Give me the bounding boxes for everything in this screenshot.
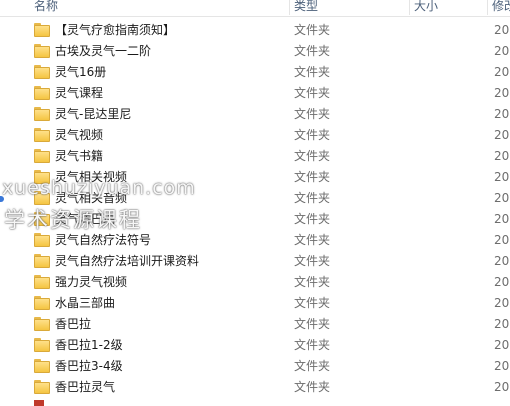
file-type: 文件夹 [294,233,331,247]
folder-icon [34,170,50,184]
file-type: 文件夹 [294,107,331,121]
file-name: 强力灵气视频 [55,275,128,289]
file-explorer-window: 名称 类型 大小 修改 【灵气疗愈指南须知】文件夹20古埃及灵气一二阶文件夹20… [0,0,510,406]
file-date: 20 [494,317,510,331]
folder-icon [34,149,50,163]
file-row[interactable]: 香巴拉3-4级 文件夹 20 [0,356,510,377]
file-row[interactable]: 灵气书籍 文件夹 20 [0,146,510,167]
file-date: 20 [494,65,510,79]
file-type: 文件夹 [294,170,331,184]
file-name: 灵气书籍 [55,149,104,163]
file-row[interactable]: 灵气16册 文件夹 20 [0,62,510,83]
file-date: 20 [494,149,510,163]
file-name: 灵气自然疗法符号 [55,233,152,247]
file-type: 文件夹 [294,380,331,394]
folder-icon [34,338,50,352]
file-date: 20 [494,338,510,352]
file-type: 文件夹 [294,212,331,226]
file-date: 20 [494,254,510,268]
file-name: 灵气16册 [55,65,107,79]
column-header-bar: 名称 类型 大小 修改 [0,0,510,17]
folder-icon [34,380,50,394]
partial-file-icon [34,400,44,406]
file-date: 20 [494,233,510,247]
file-date: 20 [494,44,510,58]
folder-icon [34,296,50,310]
file-row[interactable]: 灵气-昆达里尼 文件夹 20 [0,104,510,125]
file-type: 文件夹 [294,275,331,289]
file-name: 灵气清巴瑞 [55,212,116,226]
file-date: 20 [494,170,510,184]
column-header-type[interactable]: 类型 [290,0,410,15]
file-type: 文件夹 [294,149,331,163]
folder-icon [34,212,50,226]
file-type: 文件夹 [294,254,331,268]
column-header-name[interactable]: 名称 [30,0,290,15]
file-name: 灵气-昆达里尼 [55,107,132,121]
file-row[interactable]: 强力灵气视频 文件夹 20 [0,272,510,293]
file-type: 文件夹 [294,128,331,142]
file-row[interactable]: 灵气自然疗法培训开课资料 文件夹 20 [0,251,510,272]
folder-icon [34,107,50,121]
file-name: 水晶三部曲 [55,296,116,310]
file-date: 20 [494,86,510,100]
column-header-size[interactable]: 大小 [410,0,488,15]
file-name: 古埃及灵气一二阶 [55,44,152,58]
file-name: 【灵气疗愈指南须知】 [55,23,176,37]
file-type: 文件夹 [294,317,331,331]
file-type: 文件夹 [294,44,331,58]
folder-icon [34,44,50,58]
file-name: 灵气相关视频 [55,170,128,184]
file-type: 文件夹 [294,338,331,352]
file-date: 20 [494,128,510,142]
file-date: 20 [494,296,510,310]
folder-icon [34,233,50,247]
file-type: 文件夹 [294,359,331,373]
folder-icon [34,86,50,100]
file-type: 文件夹 [294,296,331,310]
file-type: 文件夹 [294,191,331,205]
folder-icon [34,254,50,268]
file-name: 灵气课程 [55,86,104,100]
file-name: 香巴拉1-2级 [55,338,123,352]
folder-icon [34,317,50,331]
file-row[interactable]: 香巴拉1-2级 文件夹 20 [0,335,510,356]
file-date: 20 [494,23,510,37]
file-row[interactable]: 灵气清巴瑞 文件夹 20 [0,209,510,230]
folder-icon [34,65,50,79]
folder-icon [34,359,50,373]
file-row[interactable]: 古埃及灵气一二阶 文件夹 20 [0,41,510,62]
file-row[interactable]: 水晶三部曲 文件夹 20 [0,293,510,314]
file-row[interactable]: 【灵气疗愈指南须知】 文件夹 20 [0,20,510,41]
file-row[interactable]: 灵气自然疗法符号 文件夹 20 [0,230,510,251]
file-row[interactable]: 灵气相关音频 文件夹 20 [0,188,510,209]
file-date: 20 [494,212,510,226]
file-date: 20 [494,380,510,394]
file-row[interactable]: 灵气相关视频 文件夹 20 [0,167,510,188]
folder-icon [34,128,50,142]
file-date: 20 [494,107,510,121]
file-name: 香巴拉3-4级 [55,359,123,373]
folder-icon [34,23,50,37]
file-type: 文件夹 [294,65,331,79]
file-date: 20 [494,359,510,373]
file-row[interactable]: 香巴拉灵气 文件夹 20 [0,377,510,398]
file-type: 文件夹 [294,86,331,100]
folder-icon [34,275,50,289]
file-name: 香巴拉灵气 [55,380,116,394]
file-name: 灵气自然疗法培训开课资料 [55,254,200,268]
file-name: 灵气相关音频 [55,191,128,205]
file-row[interactable]: 香巴拉 文件夹 20 [0,314,510,335]
file-name: 香巴拉 [55,317,92,331]
file-name: 灵气视频 [55,128,104,142]
file-date: 20 [494,275,510,289]
column-header-date[interactable]: 修改 [488,0,510,15]
folder-icon [34,191,50,205]
file-type: 文件夹 [294,23,331,37]
file-date: 20 [494,191,510,205]
file-row[interactable]: 灵气视频 文件夹 20 [0,125,510,146]
file-row[interactable]: 灵气课程 文件夹 20 [0,83,510,104]
